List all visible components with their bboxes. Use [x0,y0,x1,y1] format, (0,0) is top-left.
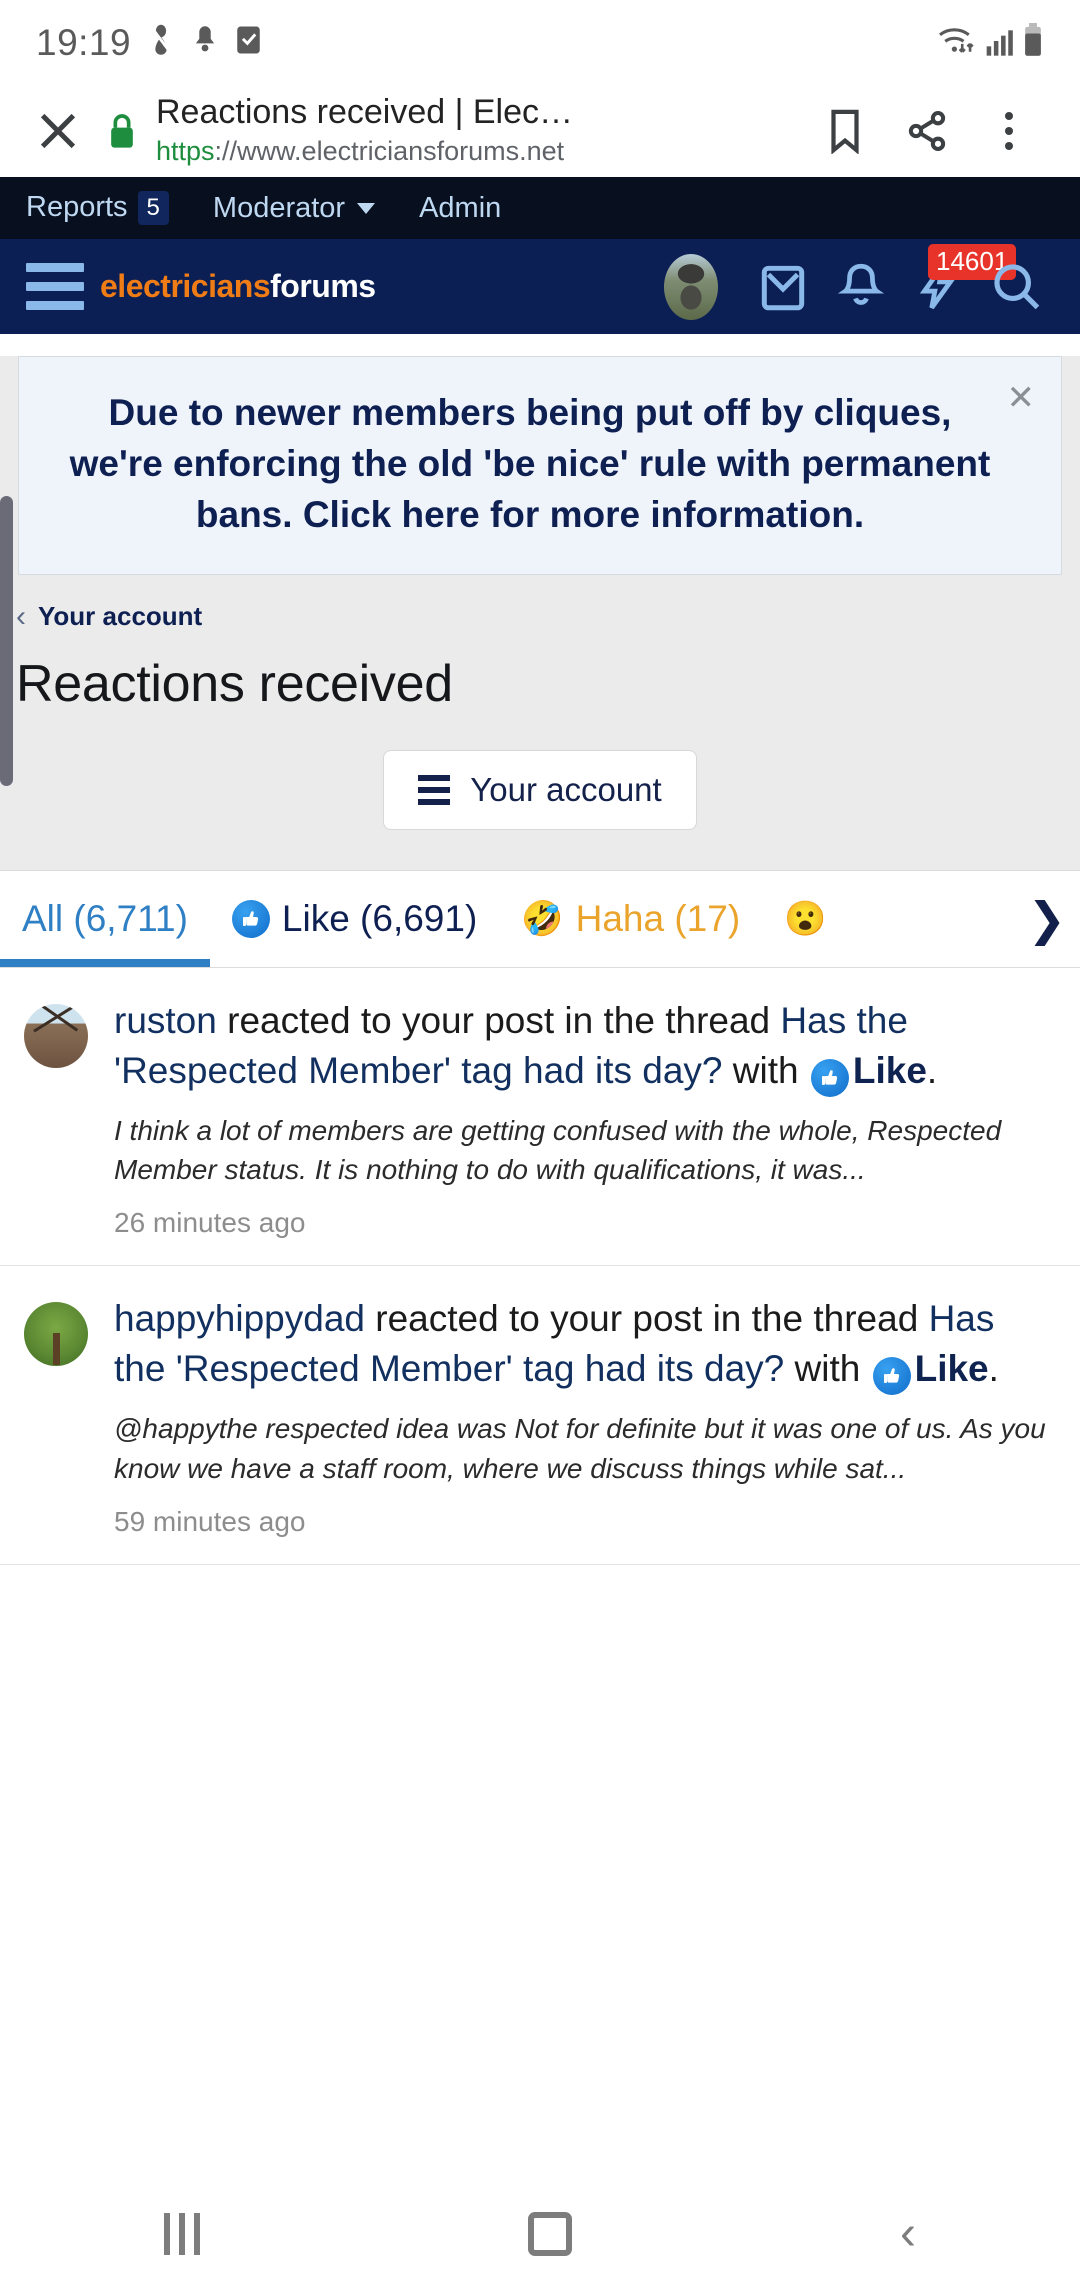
reaction-text-pre: reacted to your post in the thread [216,1000,781,1042]
bookmark-icon[interactable] [804,108,886,154]
reactor-username[interactable]: happyhippydad [114,1298,365,1339]
tab-haha-label: Haha (17) [575,898,741,940]
page-title: Reactions received [16,655,453,714]
reaction-text-pre: reacted to your post in the thread [365,1298,929,1340]
tab-haha[interactable]: 🤣 Haha (17) [499,871,762,967]
more-vertical-icon[interactable] [968,112,1050,150]
tab-like-label: Like (6,691) [281,898,478,940]
list-item[interactable]: happyhippydad reacted to your post in th… [0,1266,1080,1565]
reactions-list: ruston reacted to your post in the threa… [0,968,1080,1565]
notice-text: Due to newer members being put off by cl… [69,392,991,536]
rofl-emoji-icon: 🤣 [521,900,564,939]
bell-icon[interactable] [822,248,900,326]
signal-icon [985,25,1015,62]
chevron-down-icon [357,202,376,214]
recents-icon[interactable] [164,2213,200,2255]
avatar[interactable] [24,1302,88,1367]
adminbar-item-admin[interactable]: Admin [397,192,523,225]
wifi-icon [936,23,978,62]
logo-text-primary: electricians [100,268,271,304]
do-not-disturb-icon [147,23,175,62]
battery-icon [1022,23,1044,62]
list-item[interactable]: ruston reacted to your post in the threa… [0,968,1080,1267]
reaction-bolt-icon[interactable]: 14601 [900,243,1017,326]
page-body: Due to newer members being put off by cl… [0,356,1080,871]
search-icon[interactable] [978,248,1056,326]
breadcrumb: ‹ Your account [0,575,1080,644]
tab-all-label: All (6,711) [22,898,188,940]
reaction-sentence: happyhippydad reacted to your post in th… [114,1294,1056,1396]
browser-toolbar: Reactions received | Elec… https://www.e… [0,85,1080,177]
page-title-text: Reactions received | Elec… [156,93,574,132]
url-scheme: https [156,135,215,166]
post-snippet: I think a lot of members are getting con… [114,1115,1002,1186]
post-snippet: @happythe respected idea was Not for def… [114,1413,1046,1484]
reaction-name: Like [914,1348,989,1390]
reaction-tabs: All (6,711) Like (6,691) 🤣 Haha (17) 😮 ❯ [0,870,1080,969]
bell-icon [191,24,219,61]
avatar-image [664,253,718,320]
reaction-text-mid: with [722,1050,809,1092]
url-bar[interactable]: Reactions received | Elec… https://www.e… [150,93,804,168]
reactor-username[interactable]: ruston [114,1000,217,1041]
reaction-period: . [926,1050,938,1092]
checkbox-icon [235,25,262,60]
reaction-name: Like [852,1050,927,1092]
page-scrollbar[interactable] [0,496,13,786]
breadcrumb-link-your-account[interactable]: Your account [38,601,202,632]
thumbs-up-icon [231,900,270,939]
reaction-text-mid: with [784,1348,871,1390]
reaction-period: . [988,1348,999,1390]
share-icon[interactable] [886,108,968,154]
thumbs-up-icon [810,1059,849,1098]
timestamp: 59 minutes ago [114,1505,306,1537]
tabs-scroll-next-icon[interactable]: ❯ [1023,871,1080,967]
surprised-emoji-icon: 😮 [784,900,827,939]
tab-like[interactable]: Like (6,691) [210,871,499,967]
tab-all[interactable]: All (6,711) [0,871,210,968]
close-icon[interactable]: ✕ [999,377,1044,419]
timestamp: 26 minutes ago [114,1207,306,1239]
page-url-text: https://www.electriciansforums.net [156,134,804,169]
avatar[interactable] [664,253,718,320]
lock-icon [94,111,150,151]
adminbar-reports-label: Reports [26,191,128,224]
your-account-button-label: Your account [470,771,662,809]
hamburger-icon [418,775,451,806]
android-status-bar: 19:19 [0,0,1080,85]
forum-header: electriciansforums 14601 [0,239,1080,334]
adminbar-admin-label: Admin [419,191,502,224]
avatar[interactable] [24,1004,88,1069]
site-logo[interactable]: electriciansforums [100,268,376,305]
thumbs-up-icon [872,1357,911,1396]
your-account-button[interactable]: Your account [383,750,697,831]
url-host: ://www.electriciansforums.net [214,135,565,166]
android-nav-bar: ‹ [0,2188,1080,2280]
chevron-left-icon: ‹ [16,599,26,633]
tab-wow[interactable]: 😮 [762,871,848,967]
site-notice: Due to newer members being put off by cl… [18,356,1062,576]
adminbar-moderator-label: Moderator [212,191,346,224]
staff-admin-bar: Reports 5 Moderator Admin [0,177,1080,239]
phone-screen: 19:19 Reactions received | Elec… https:/… [0,0,1080,2280]
logo-text-secondary: forums [270,268,376,304]
reaction-sentence: ruston reacted to your post in the threa… [114,996,1056,1098]
close-tab-button[interactable] [22,108,94,154]
mail-icon[interactable] [744,248,822,326]
adminbar-item-moderator[interactable]: Moderator [191,192,397,225]
status-clock: 19:19 [36,21,132,63]
back-icon[interactable]: ‹ [900,2210,916,2258]
hamburger-icon[interactable] [20,263,94,310]
home-icon[interactable] [528,2212,572,2256]
adminbar-item-reports[interactable]: Reports 5 [26,190,191,226]
reports-count-badge: 5 [137,190,169,226]
